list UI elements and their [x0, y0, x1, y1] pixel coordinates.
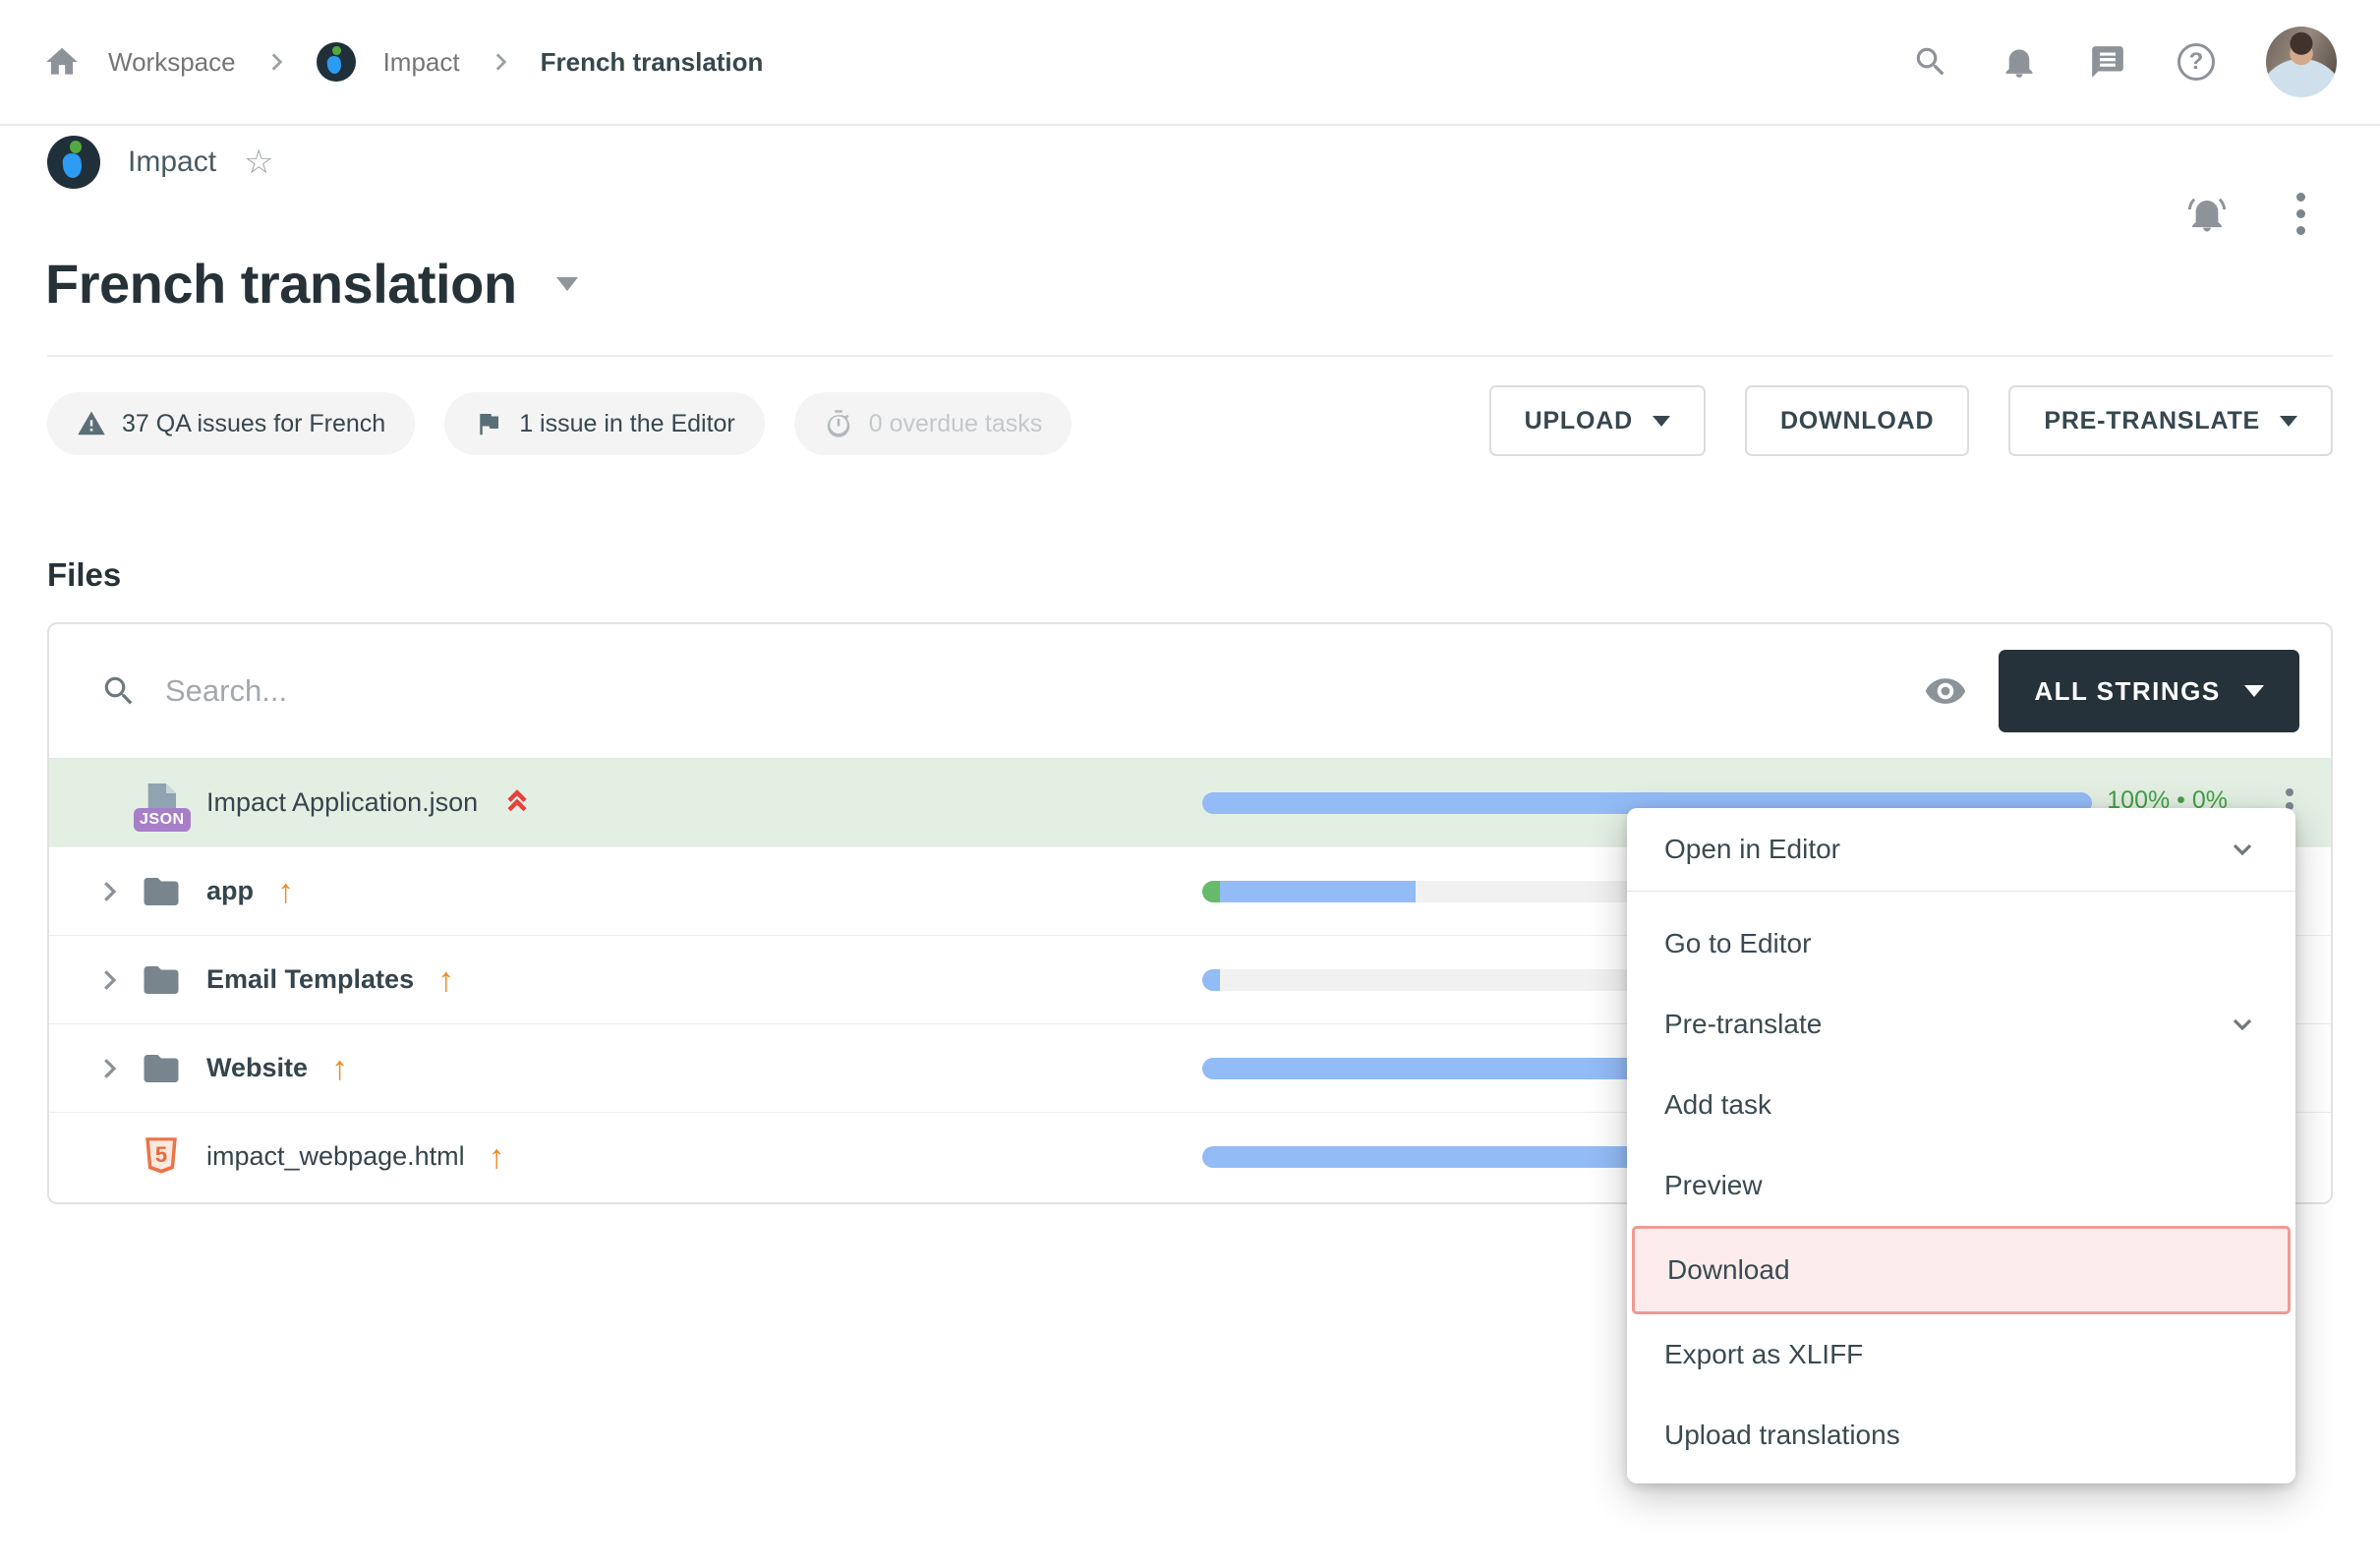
arrow-up-orange-icon [437, 963, 454, 997]
folder-icon [132, 959, 191, 1001]
menu-item-label: Go to Editor [1664, 928, 1811, 959]
menu-item-pre-translate[interactable]: Pre-translate [1627, 984, 2295, 1065]
menu-item-upload-translations[interactable]: Upload translations [1627, 1395, 2295, 1476]
menu-item-label: Download [1667, 1254, 1790, 1286]
eye-icon[interactable] [1924, 669, 1967, 713]
app-window: Workspace Impact French translation [0, 0, 2380, 1565]
chat-icon[interactable] [2089, 43, 2126, 81]
menu-item-add-task[interactable]: Add task [1627, 1065, 2295, 1145]
project-header-actions [2186, 189, 2309, 239]
menu-item-open-in-editor[interactable]: Open in Editor [1627, 808, 2295, 891]
chevron-down-icon [2244, 685, 2264, 697]
files-section-title: Files [47, 556, 121, 594]
folder-icon [132, 1048, 191, 1089]
status-chips: 37 QA issues for French 1 issue in the E… [47, 392, 1072, 455]
menu-item-preview[interactable]: Preview [1627, 1145, 2295, 1226]
impact-project-logo [47, 136, 100, 189]
file-context-menu: Open in Editor Go to Editor Pre-translat… [1627, 808, 2295, 1483]
avatar[interactable] [2266, 27, 2337, 97]
search-icon [100, 672, 138, 710]
menu-divider [1627, 891, 2295, 892]
folder-name: Email Templates [206, 964, 414, 995]
priority-double-chevron-up-icon [478, 787, 533, 819]
project-action-buttons: UPLOAD DOWNLOAD PRE-TRANSLATE [1489, 385, 2333, 456]
page-title: French translation [45, 252, 517, 316]
breadcrumb-current-page: French translation [541, 47, 764, 78]
chevron-down-icon [2227, 834, 2258, 865]
timer-icon [824, 409, 853, 438]
expander-chevron-icon[interactable] [87, 965, 132, 995]
menu-item-label: Open in Editor [1664, 834, 1840, 865]
chevron-down-icon [1653, 416, 1670, 427]
search-icon[interactable] [1912, 43, 1949, 81]
project-notifications-icon[interactable] [2186, 194, 2228, 235]
download-button[interactable]: DOWNLOAD [1745, 385, 1969, 456]
home-icon[interactable] [43, 43, 81, 81]
chip-editor-issues[interactable]: 1 issue in the Editor [444, 392, 765, 455]
files-search-row: ALL STRINGS [49, 624, 2331, 758]
json-file-icon: JSON [132, 781, 191, 826]
header-divider [47, 355, 2333, 357]
menu-item-label: Export as XLIFF [1664, 1339, 1863, 1370]
title-dropdown-caret-icon[interactable] [556, 277, 578, 291]
menu-item-label: Upload translations [1664, 1420, 1900, 1451]
chevron-down-icon [2227, 1009, 2258, 1040]
breadcrumb-project[interactable]: Impact [383, 47, 460, 78]
project-kebab-menu-icon[interactable] [2293, 189, 2309, 239]
breadcrumb-workspace[interactable]: Workspace [108, 47, 236, 78]
page-title-row: French translation [45, 252, 578, 316]
menu-item-label: Add task [1664, 1089, 1771, 1121]
file-name: impact_webpage.html [206, 1141, 465, 1172]
html5-glyph [143, 1142, 180, 1168]
menu-item-export-as-xliff[interactable]: Export as XLIFF [1627, 1314, 2295, 1395]
chip-label: 1 issue in the Editor [519, 410, 735, 438]
folder-name: app [206, 876, 254, 906]
menu-item-download[interactable]: Download [1632, 1226, 2291, 1314]
help-icon[interactable] [2177, 43, 2215, 81]
project-header: Impact [47, 136, 274, 189]
flag-icon [474, 409, 503, 438]
chevron-right-icon [263, 49, 289, 75]
arrow-up-orange-icon [489, 1140, 505, 1174]
top-navigation: Workspace Impact French translation [0, 0, 2380, 126]
expander-chevron-icon[interactable] [87, 1054, 132, 1083]
nav-right-icons [1912, 27, 2337, 97]
impact-project-logo[interactable] [317, 42, 356, 82]
menu-item-label: Pre-translate [1664, 1009, 1822, 1040]
button-label: UPLOAD [1525, 407, 1633, 435]
html-file-icon [132, 1135, 191, 1179]
warning-icon [77, 409, 106, 438]
button-label: PRE-TRANSLATE [2044, 407, 2260, 435]
chevron-down-icon [2280, 416, 2297, 427]
filter-label: ALL STRINGS [2034, 676, 2220, 707]
all-strings-filter-button[interactable]: ALL STRINGS [1999, 650, 2299, 732]
project-name: Impact [128, 145, 216, 179]
file-name: Impact Application.json [206, 787, 478, 818]
chip-qa-issues[interactable]: 37 QA issues for French [47, 392, 415, 455]
chip-overdue-tasks[interactable]: 0 overdue tasks [794, 392, 1073, 455]
arrow-up-orange-icon [277, 875, 294, 908]
favorite-star-icon[interactable] [244, 145, 273, 179]
menu-item-label: Preview [1664, 1170, 1763, 1201]
chip-label: 37 QA issues for French [122, 410, 385, 438]
upload-button[interactable]: UPLOAD [1489, 385, 1706, 456]
folder-icon [132, 871, 191, 912]
button-label: DOWNLOAD [1780, 407, 1934, 435]
menu-item-go-to-editor[interactable]: Go to Editor [1627, 903, 2295, 984]
breadcrumb: Workspace Impact French translation [43, 42, 763, 82]
expander-chevron-icon[interactable] [87, 877, 132, 906]
json-badge: JSON [134, 808, 191, 832]
pre-translate-button[interactable]: PRE-TRANSLATE [2008, 385, 2333, 456]
chip-label: 0 overdue tasks [869, 410, 1043, 438]
notifications-icon[interactable] [2001, 43, 2038, 81]
arrow-up-orange-icon [331, 1052, 348, 1085]
folder-name: Website [206, 1053, 308, 1083]
chevron-right-icon [488, 49, 513, 75]
